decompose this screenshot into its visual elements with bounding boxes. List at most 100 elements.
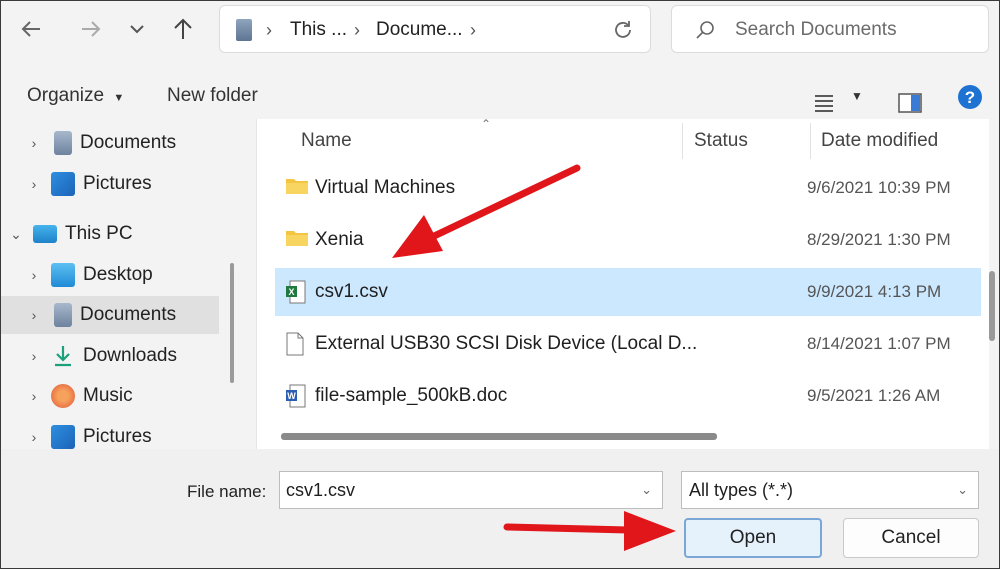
- file-name: Xenia: [315, 229, 364, 250]
- nav-item-label: Music: [83, 385, 133, 406]
- word-doc-file-icon: W: [285, 384, 307, 408]
- expand-chevron-icon[interactable]: ›: [23, 267, 45, 283]
- refresh-icon[interactable]: [612, 19, 634, 46]
- file-list: ⌃ Name Status Date modified Virtual Mach…: [256, 117, 989, 449]
- expand-chevron-icon[interactable]: ›: [23, 135, 45, 151]
- file-name: csv1.csv: [315, 281, 388, 302]
- column-divider[interactable]: [682, 123, 683, 159]
- breadcrumb-chevron-icon[interactable]: ›: [266, 6, 272, 54]
- downloads-icon: [51, 344, 75, 368]
- file-date: 9/9/2021 4:13 PM: [807, 282, 942, 301]
- nav-item-documents[interactable]: › Documents: [1, 124, 219, 162]
- nav-item-documents-selected[interactable]: › Documents: [1, 296, 219, 334]
- nav-item-this-pc[interactable]: ⌄ This PC: [1, 215, 219, 253]
- breadcrumb-this-pc[interactable]: This ...: [290, 6, 347, 54]
- navigation-pane: › Documents › Pictures ⌄ This PC › Deskt…: [1, 119, 234, 449]
- file-date: 9/6/2021 10:39 PM: [807, 178, 951, 197]
- nav-item-label: Desktop: [83, 264, 153, 285]
- nav-item-downloads[interactable]: › Downloads: [1, 337, 219, 375]
- address-bar[interactable]: › This ... › Docume... ›: [219, 5, 651, 53]
- documents-icon: [54, 131, 72, 155]
- folder-icon: [285, 228, 308, 252]
- file-row-virtual-machines[interactable]: Virtual Machines 9/6/2021 10:39 PM: [275, 164, 981, 212]
- nav-item-label: This PC: [65, 223, 133, 244]
- nav-item-label: Documents: [80, 132, 177, 153]
- file-row-csv1-selected[interactable]: X csv1.csv 9/9/2021 4:13 PM: [275, 268, 981, 316]
- file-date: 8/14/2021 1:07 PM: [807, 334, 951, 353]
- open-button[interactable]: Open: [684, 518, 822, 558]
- expand-chevron-icon[interactable]: ›: [23, 307, 45, 323]
- back-arrow-icon[interactable]: [11, 9, 51, 49]
- chevron-down-icon[interactable]: ⌄: [957, 472, 968, 508]
- preview-pane-icon[interactable]: [898, 85, 922, 113]
- column-divider[interactable]: [810, 123, 811, 159]
- file-name-value: csv1.csv: [286, 480, 356, 500]
- folder-icon: [285, 176, 308, 200]
- file-name: External USB30 SCSI Disk Device (Local D…: [315, 333, 698, 354]
- expand-chevron-icon[interactable]: ›: [23, 429, 45, 445]
- open-file-dialog: › This ... › Docume... › Search Document…: [0, 0, 1000, 569]
- excel-csv-file-icon: X: [285, 280, 307, 304]
- collapse-chevron-icon[interactable]: ⌄: [5, 226, 27, 243]
- search-box[interactable]: Search Documents: [671, 5, 989, 53]
- this-pc-icon: [33, 225, 57, 243]
- nav-item-desktop[interactable]: › Desktop: [1, 256, 219, 294]
- nav-item-label: Downloads: [83, 345, 177, 366]
- file-date: 8/29/2021 1:30 PM: [807, 230, 951, 249]
- nav-scrollbar[interactable]: [230, 263, 234, 383]
- file-name: Virtual Machines: [315, 177, 456, 198]
- chevron-down-icon[interactable]: ⌄: [641, 472, 652, 508]
- column-header-status[interactable]: Status: [694, 119, 748, 163]
- svg-text:?: ?: [965, 88, 975, 107]
- file-row-xenia[interactable]: Xenia 8/29/2021 1:30 PM: [275, 216, 981, 264]
- expand-chevron-icon[interactable]: ›: [23, 388, 45, 404]
- music-icon: [51, 384, 75, 408]
- breadcrumb-documents[interactable]: Docume...: [376, 6, 463, 54]
- desktop-icon: [51, 263, 75, 287]
- nav-item-label: Pictures: [83, 173, 152, 194]
- dropdown-caret-icon: ▼: [113, 92, 125, 104]
- view-options-icon[interactable]: [813, 85, 835, 112]
- file-type-value: All types (*.*): [689, 480, 794, 500]
- expand-chevron-icon[interactable]: ›: [23, 348, 45, 364]
- dialog-footer: File name: csv1.csv ⌄ All types (*.*) ⌄ …: [1, 449, 999, 568]
- view-dropdown-caret-icon[interactable]: ▼: [851, 73, 863, 119]
- horizontal-scrollbar[interactable]: [281, 433, 717, 440]
- blank-file-icon: [285, 332, 307, 356]
- up-arrow-icon[interactable]: [163, 9, 203, 49]
- file-row-external-usb[interactable]: External USB30 SCSI Disk Device (Local D…: [275, 320, 981, 368]
- search-icon: [694, 19, 716, 46]
- file-date: 9/5/2021 1:26 AM: [807, 386, 941, 405]
- organize-button[interactable]: Organize ▼: [27, 73, 124, 119]
- file-name: file-sample_500kB.doc: [315, 385, 508, 406]
- help-icon[interactable]: ?: [957, 82, 983, 109]
- svg-text:W: W: [287, 391, 296, 401]
- search-placeholder: Search Documents: [735, 19, 897, 40]
- pictures-icon: [51, 425, 75, 449]
- breadcrumb-chevron-icon[interactable]: ›: [470, 6, 476, 54]
- file-list-scrollbar[interactable]: [989, 271, 995, 341]
- organize-label: Organize: [27, 85, 105, 106]
- nav-item-label: Documents: [80, 304, 177, 325]
- pictures-icon: [51, 172, 75, 196]
- nav-item-pictures[interactable]: › Pictures: [1, 165, 219, 203]
- forward-arrow-icon[interactable]: [71, 9, 111, 49]
- svg-text:X: X: [288, 287, 294, 297]
- pc-location-icon: [236, 19, 252, 41]
- column-header-date-modified[interactable]: Date modified: [821, 119, 938, 163]
- recent-locations-chevron-icon[interactable]: [117, 9, 157, 49]
- breadcrumb-chevron-icon[interactable]: ›: [354, 6, 360, 54]
- toolbar: Organize ▼ New folder ▼ ?: [1, 73, 999, 119]
- documents-icon: [54, 303, 72, 327]
- column-header-name[interactable]: Name: [301, 119, 352, 163]
- nav-item-label: Pictures: [83, 426, 152, 447]
- file-type-select[interactable]: All types (*.*) ⌄: [681, 471, 979, 509]
- file-name-input[interactable]: csv1.csv ⌄: [279, 471, 663, 509]
- file-row-file-sample-doc[interactable]: W file-sample_500kB.doc 9/5/2021 1:26 AM: [275, 372, 981, 420]
- sort-ascending-icon: ⌃: [481, 117, 492, 131]
- nav-item-music[interactable]: › Music: [1, 377, 219, 415]
- expand-chevron-icon[interactable]: ›: [23, 176, 45, 192]
- cancel-button[interactable]: Cancel: [843, 518, 979, 558]
- file-name-label: File name:: [187, 482, 267, 501]
- new-folder-button[interactable]: New folder: [167, 73, 258, 119]
